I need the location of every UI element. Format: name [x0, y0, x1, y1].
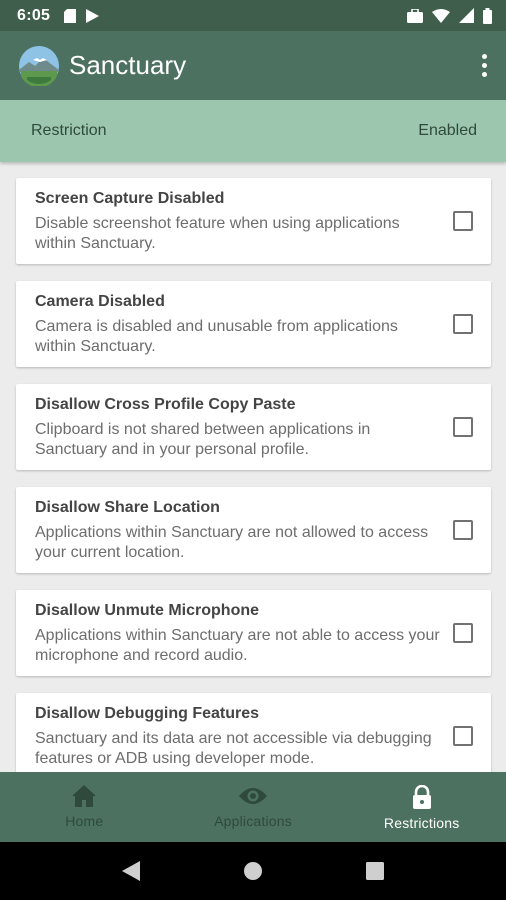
home-icon: [72, 785, 97, 807]
app-title: Sanctuary: [69, 50, 187, 80]
battery-icon: [483, 7, 492, 24]
restriction-title: Disallow Share Location: [35, 499, 220, 516]
nav-home-label: Home: [65, 813, 104, 829]
restriction-title: Camera Disabled: [35, 293, 165, 310]
restriction-card: Screen Capture Disabled Disable screensh…: [16, 178, 491, 264]
bottom-navigation: Home Applications Restrictions: [0, 772, 506, 842]
sd-card-icon: [64, 8, 77, 23]
restriction-description: Applications within Sanctuary are not al…: [35, 524, 429, 561]
restriction-description: Camera is disabled and unusable from app…: [35, 318, 398, 355]
nav-applications[interactable]: Applications: [169, 772, 338, 842]
restriction-title: Disallow Cross Profile Copy Paste: [35, 396, 296, 413]
restriction-description: Disable screenshot feature when using ap…: [35, 215, 400, 252]
restriction-card: Disallow Debugging Features Sanctuary an…: [16, 693, 491, 772]
system-navigation-bar: [0, 842, 506, 900]
restriction-card: Disallow Share Location Applications wit…: [16, 487, 491, 573]
nav-home[interactable]: Home: [0, 772, 169, 842]
status-time: 6:05: [17, 6, 51, 24]
nav-applications-label: Applications: [214, 813, 292, 829]
cell-signal-icon: [459, 8, 474, 23]
app-logo: [19, 45, 59, 86]
wifi-icon: [432, 8, 450, 23]
restriction-checkbox[interactable]: [453, 314, 473, 334]
restriction-description: Applications within Sanctuary are not ab…: [35, 627, 440, 664]
app-bar: Sanctuary: [0, 31, 506, 100]
nav-restrictions-label: Restrictions: [383, 815, 460, 831]
work-profile-icon: [407, 8, 423, 23]
home-circle-icon[interactable]: [243, 861, 263, 881]
list-header: Restriction Enabled: [0, 100, 506, 162]
nav-restrictions[interactable]: Restrictions: [337, 772, 506, 842]
eye-icon: [239, 785, 267, 807]
restriction-card: Disallow Cross Profile Copy Paste Clipbo…: [16, 384, 491, 470]
enabled-column-label: Enabled: [418, 122, 477, 139]
restriction-title: Disallow Debugging Features: [35, 705, 260, 722]
restriction-title: Disallow Unmute Microphone: [35, 602, 260, 619]
restriction-column-label: Restriction: [31, 122, 107, 139]
restriction-card: Camera Disabled Camera is disabled and u…: [16, 281, 491, 367]
restriction-card: Disallow Unmute Microphone Applications …: [16, 590, 491, 676]
restrictions-list[interactable]: Screen Capture Disabled Disable screensh…: [0, 162, 506, 772]
recents-icon[interactable]: [366, 862, 385, 880]
restriction-checkbox[interactable]: [453, 211, 473, 231]
restriction-checkbox[interactable]: [453, 520, 473, 540]
play-store-icon: [86, 8, 100, 23]
restriction-checkbox[interactable]: [453, 623, 473, 643]
restriction-description: Sanctuary and its data are not accessibl…: [35, 730, 432, 767]
restriction-checkbox[interactable]: [453, 417, 473, 437]
lock-icon: [412, 785, 432, 809]
restriction-title: Screen Capture Disabled: [35, 190, 225, 207]
status-bar: 6:05: [0, 0, 506, 31]
overflow-menu-icon[interactable]: [472, 46, 496, 86]
back-icon[interactable]: [121, 861, 140, 881]
restriction-description: Clipboard is not shared between applicat…: [35, 421, 371, 458]
restriction-checkbox[interactable]: [453, 726, 473, 746]
